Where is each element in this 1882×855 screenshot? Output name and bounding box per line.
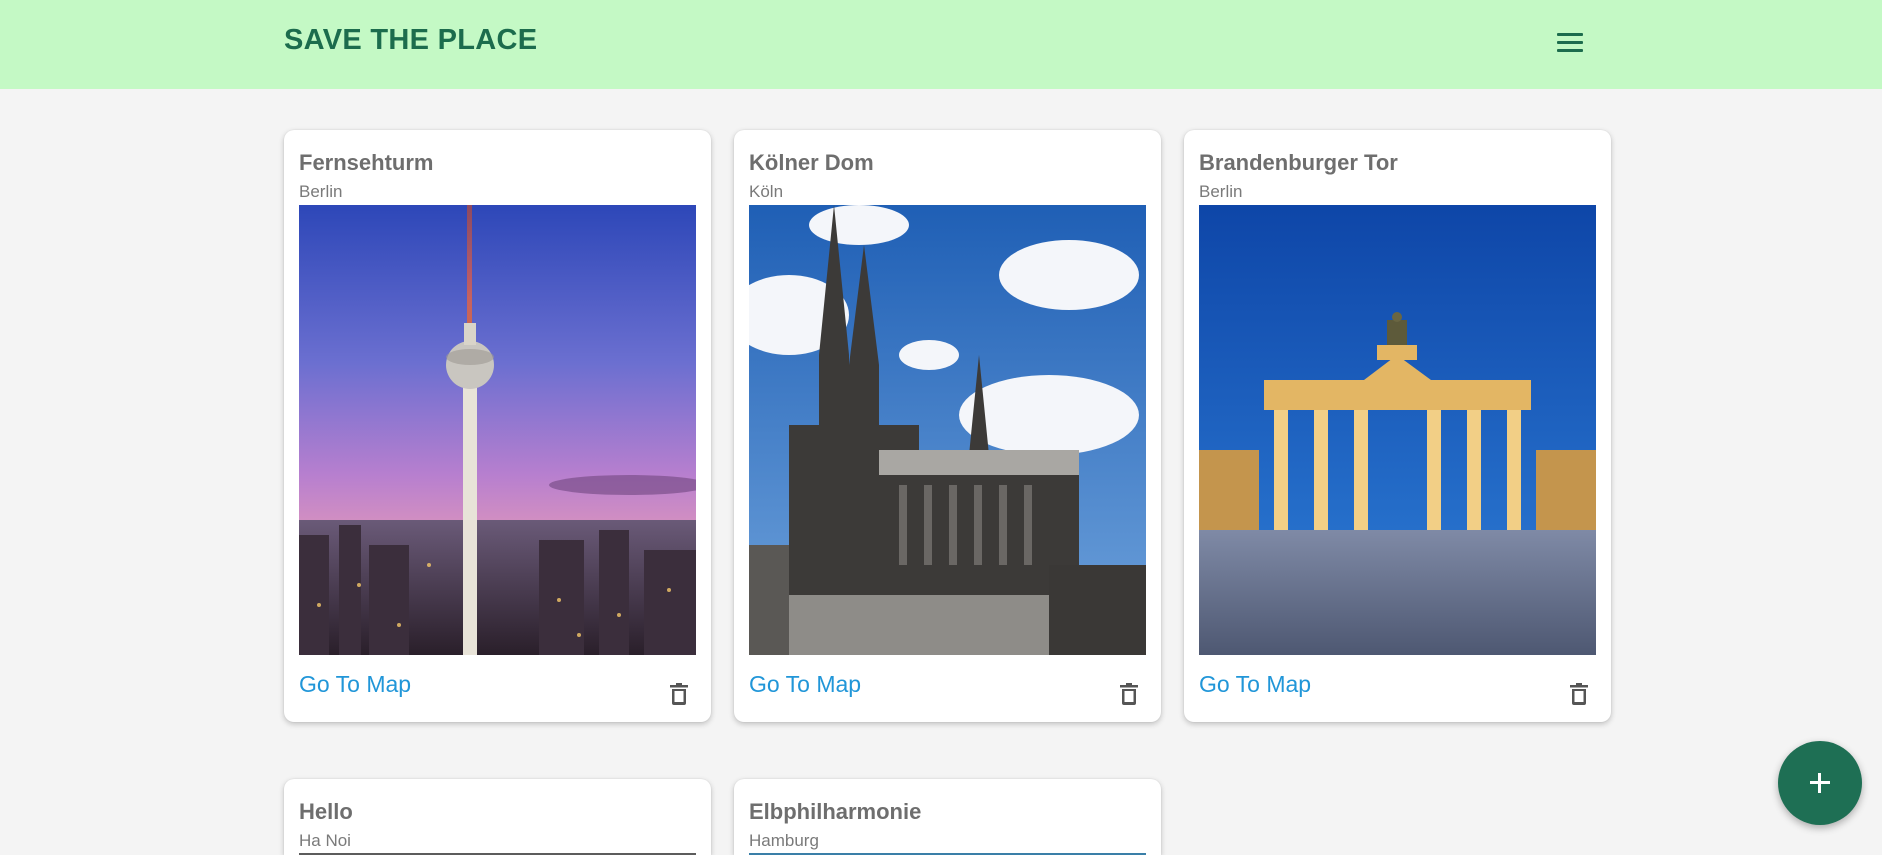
place-title: Kölner Dom [749,150,874,175]
brandenburg-gate-photo [1199,205,1596,655]
add-place-button[interactable] [1778,741,1862,825]
place-city: Köln [749,182,784,201]
cologne-cathedral-photo [749,205,1146,655]
place-city: Hamburg [749,831,819,850]
trash-icon[interactable] [1570,683,1588,705]
place-card: Elbphilharmonie Hamburg [734,779,1161,855]
place-title: Brandenburger Tor [1199,150,1398,175]
place-city: Ha Noi [299,831,351,850]
app-title[interactable]: SAVE THE PLACE [284,24,537,57]
place-card: Hello Ha Noi [284,779,711,855]
app-header: SAVE THE PLACE [0,0,1882,89]
place-city: Berlin [299,182,343,201]
trash-icon[interactable] [1120,683,1138,705]
hamburger-menu-icon[interactable] [1552,26,1588,58]
place-card: Kölner Dom Köln Go To Map [734,130,1161,722]
place-title: Elbphilharmonie [749,799,922,824]
place-card: Fernsehturm Berlin Go To Map [284,130,711,722]
go-to-map-link[interactable]: Go To Map [1199,671,1311,698]
place-card: Brandenburger Tor Berlin Go To Map [1184,130,1611,722]
place-city: Berlin [1199,182,1243,201]
place-title: Hello [299,799,353,824]
go-to-map-link[interactable]: Go To Map [299,671,411,698]
go-to-map-link[interactable]: Go To Map [749,671,861,698]
trash-icon[interactable] [670,683,688,705]
place-title: Fernsehturm [299,150,434,175]
berlin-tv-tower-photo [299,205,696,655]
